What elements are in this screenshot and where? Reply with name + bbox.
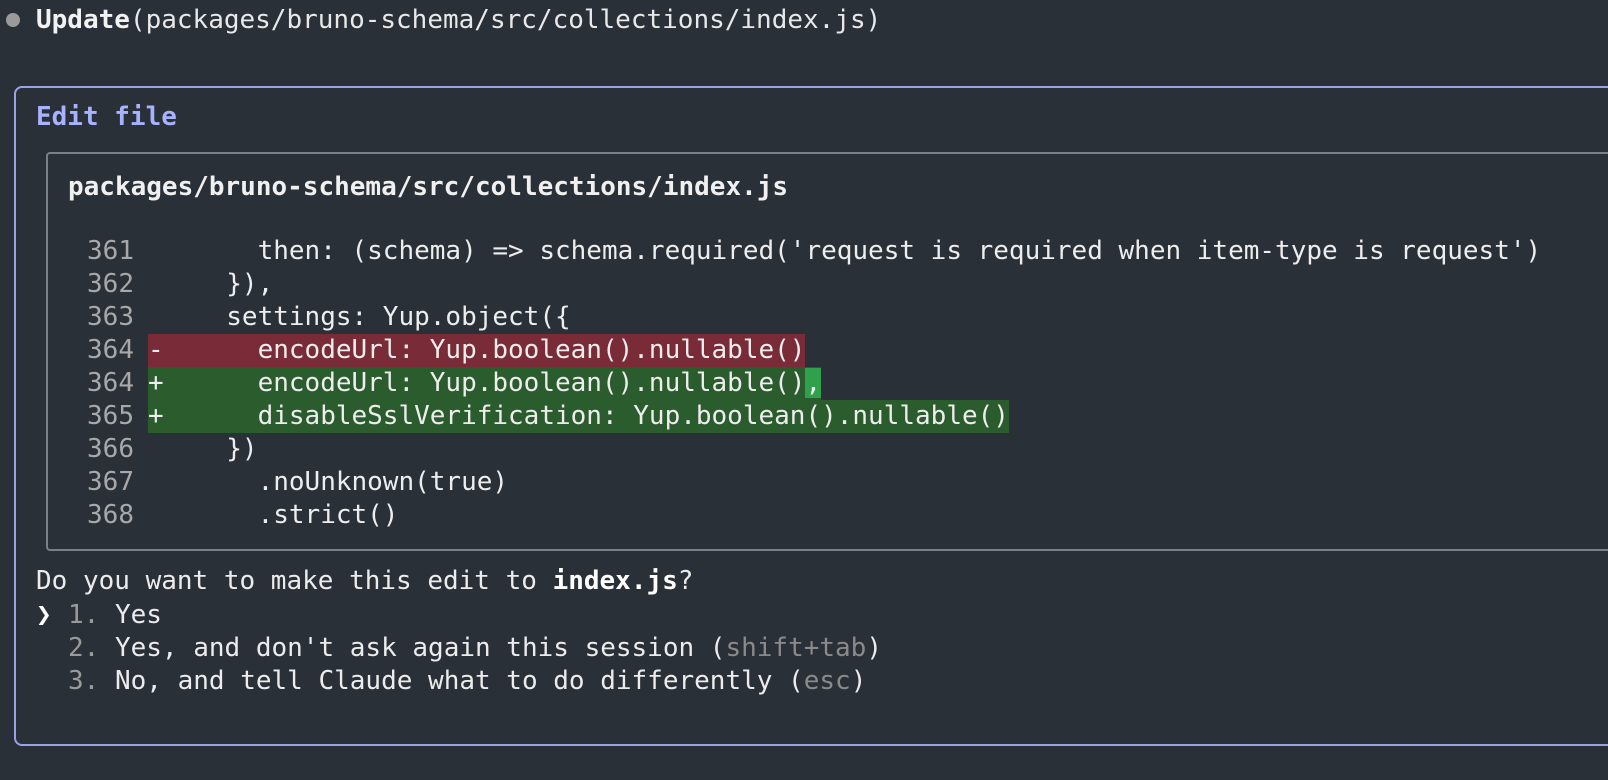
diff-marker: [148, 236, 164, 266]
line-number: 362: [87, 269, 134, 299]
line-number: 361: [87, 236, 134, 266]
tool-path-close: ): [865, 5, 882, 35]
option-number: 1.: [68, 600, 100, 630]
diff-marker: [148, 269, 164, 299]
diff-marker: [148, 434, 164, 464]
diff-line-context: 366 }): [48, 433, 1541, 466]
diff-line-added: 364 + encodeUrl: Yup.boolean().nullable()…: [48, 367, 1541, 400]
diff-line-context: 368 .strict(): [48, 499, 1541, 532]
option-shortcut-hint: esc: [803, 666, 851, 696]
line-number: 365: [87, 401, 134, 431]
line-content: then: (schema) => schema.required('reque…: [148, 235, 1542, 268]
line-content: - encodeUrl: Yup.boolean().nullable(): [148, 334, 806, 367]
line-content: .noUnknown(true): [148, 466, 508, 499]
diff-marker: [148, 500, 164, 530]
question-suffix: ?: [677, 566, 694, 596]
diff-panel: packages/bruno-schema/src/collections/in…: [46, 152, 1608, 551]
caret-spacer: [36, 632, 68, 665]
diff-line-context: 367 .noUnknown(true): [48, 466, 1541, 499]
diff-marker: +: [148, 401, 164, 431]
line-content: + disableSslVerification: Yup.boolean().…: [148, 400, 1009, 433]
option-shortcut-hint: shift+tab: [725, 633, 867, 663]
question-file: index.js: [552, 566, 678, 596]
line-text: .strict(): [163, 500, 399, 530]
diff-marker: [148, 467, 164, 497]
dialog-title: Edit file: [36, 102, 177, 132]
option-number: 2.: [68, 633, 100, 663]
diff-marker: [148, 302, 164, 332]
option-3[interactable]: 3. No, and tell Claude what to do differ…: [36, 665, 882, 698]
diff-marker: +: [148, 368, 164, 398]
diff-marker: -: [148, 335, 164, 365]
option-list: ❯ 1. Yes 2. Yes, and don't ask again this…: [36, 599, 882, 698]
status-dot-icon: [6, 13, 20, 27]
question-prefix: Do you want to make this edit to: [36, 566, 553, 596]
diff-lines: 361 then: (schema) => schema.required('r…: [48, 235, 1541, 532]
option-label: No, and tell Claude what to do different…: [114, 666, 804, 696]
diff-line-context: 362 }),: [48, 268, 1541, 301]
diff-line-removed: 364- encodeUrl: Yup.boolean().nullable(): [48, 334, 1541, 367]
line-text: settings: Yup.object({: [163, 302, 571, 332]
inline-change-highlight: ,: [805, 368, 822, 398]
line-number: 367: [87, 467, 134, 497]
line-number: 368: [87, 500, 134, 530]
option-number: 3.: [68, 666, 100, 696]
option-label: Yes, and don't ask again this session (: [114, 633, 726, 663]
tool-action: Update: [36, 5, 130, 35]
line-text: then: (schema) => schema.required('reque…: [163, 236, 1542, 266]
diff-line-added: 365 + disableSslVerification: Yup.boolean…: [48, 400, 1541, 433]
line-text: encodeUrl: Yup.boolean().nullable(): [163, 368, 806, 398]
line-content: .strict(): [148, 499, 399, 532]
diff-line-context: 361 then: (schema) => schema.required('r…: [48, 235, 1541, 268]
tool-path: packages/bruno-schema/src/collections/in…: [145, 5, 866, 35]
line-text: .noUnknown(true): [163, 467, 509, 497]
line-text: }): [163, 434, 258, 464]
tool-header: Update(packages/bruno-schema/src/collect…: [0, 0, 881, 40]
option-2[interactable]: 2. Yes, and don't ask again this session…: [36, 632, 882, 665]
line-text: disableSslVerification: Yup.boolean().nu…: [163, 401, 1009, 431]
line-content: }),: [148, 268, 273, 301]
edit-dialog: Edit file packages/bruno-schema/src/coll…: [14, 86, 1608, 746]
line-number: 366: [87, 434, 134, 464]
option-1[interactable]: ❯ 1. Yes: [36, 599, 882, 632]
line-number: 363: [87, 302, 134, 332]
tool-path-open: (: [129, 5, 146, 35]
line-number: 364: [87, 368, 134, 398]
option-label: Yes: [114, 600, 162, 630]
option-close-paren: ): [866, 633, 882, 663]
confirm-question: Do you want to make this edit to index.j…: [36, 566, 693, 596]
line-text: encodeUrl: Yup.boolean().nullable(): [163, 335, 806, 365]
line-content: settings: Yup.object({: [148, 301, 571, 334]
diff-file-path: packages/bruno-schema/src/collections/in…: [68, 172, 789, 202]
diff-line-context: 363 settings: Yup.object({: [48, 301, 1541, 334]
line-number: 364: [87, 335, 134, 365]
caret-spacer: [36, 665, 68, 698]
line-text: }),: [163, 269, 274, 299]
line-content: }): [148, 433, 258, 466]
line-content: + encodeUrl: Yup.boolean().nullable(),: [148, 367, 822, 400]
selection-caret-icon: ❯: [36, 600, 52, 630]
option-close-paren: ): [850, 666, 867, 696]
